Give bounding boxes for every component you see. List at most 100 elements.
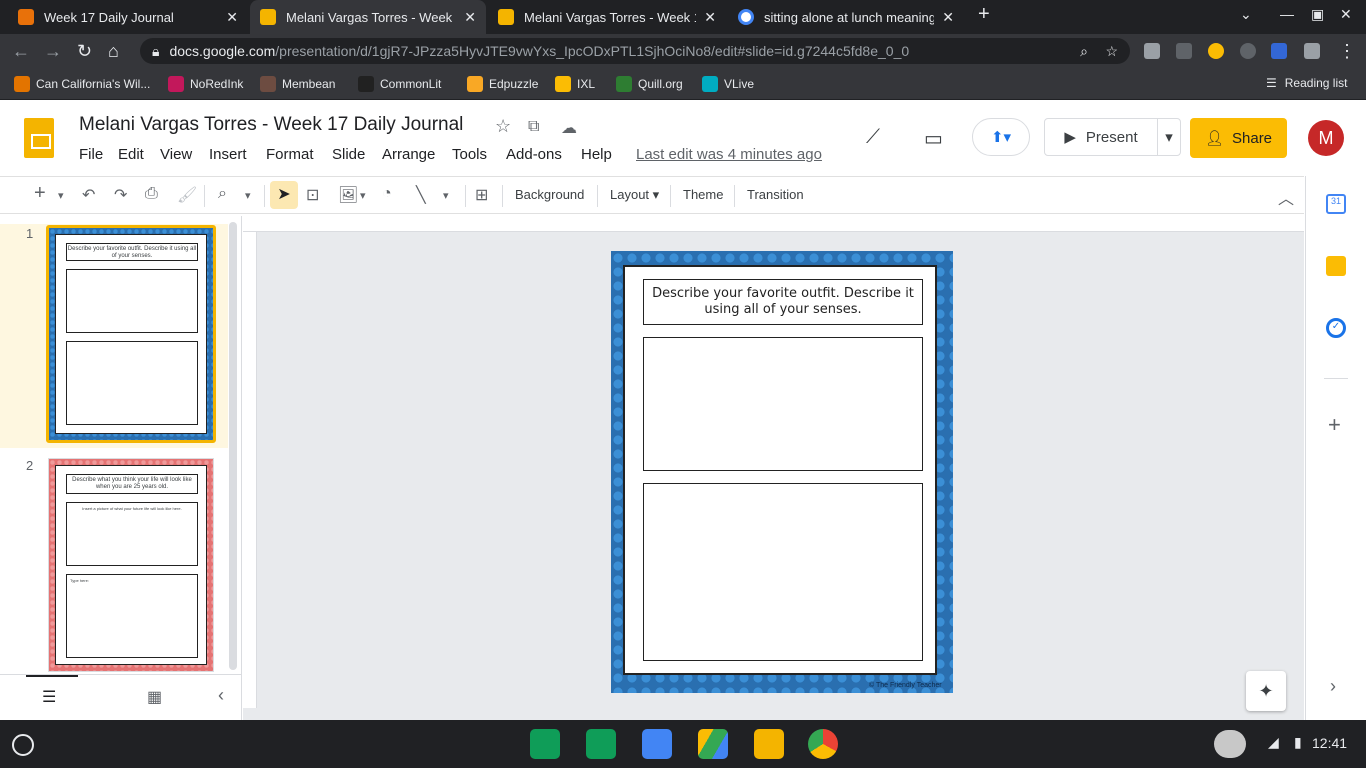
close-window-icon[interactable]: ✕: [1340, 6, 1352, 23]
minimize-icon[interactable]: —: [1280, 6, 1294, 22]
new-tab-icon[interactable]: +: [978, 3, 990, 26]
tasks-icon[interactable]: ✓: [1326, 318, 1346, 338]
theme-button[interactable]: Theme: [683, 187, 723, 202]
extension-icon[interactable]: [1271, 43, 1287, 59]
collapse-toolbar-icon[interactable]: ︿: [1278, 185, 1294, 209]
background-button[interactable]: Background: [515, 187, 584, 202]
puzzle-icon[interactable]: [1304, 43, 1320, 59]
launcher-icon[interactable]: [12, 734, 34, 756]
comment-icon[interactable]: ▭: [924, 126, 943, 151]
slide-thumbnail-2[interactable]: Describe what you think your life will l…: [48, 458, 214, 672]
bookmark-item[interactable]: VLive: [702, 76, 754, 92]
home-icon[interactable]: ⌂: [108, 41, 119, 61]
slides-logo-icon[interactable]: [24, 118, 54, 158]
chrome-app-icon[interactable]: [808, 729, 838, 759]
add-addon-icon[interactable]: +: [1328, 412, 1341, 438]
close-icon[interactable]: ✕: [942, 9, 954, 26]
filmstrip-scrollbar[interactable]: [229, 222, 237, 670]
print-icon[interactable]: ⎙: [145, 185, 158, 203]
bookmark-item[interactable]: IXL: [555, 76, 595, 92]
docs-app-icon[interactable]: [642, 729, 672, 759]
browser-tab[interactable]: Melani Vargas Torres - Week 17 D ✕: [488, 0, 726, 34]
bookmark-item[interactable]: Edpuzzle: [467, 76, 538, 92]
close-icon[interactable]: ✕: [704, 9, 716, 26]
bookmark-item[interactable]: Can California's Wil...: [14, 76, 150, 92]
back-icon[interactable]: ←: [12, 41, 30, 61]
bookmark-item[interactable]: Membean: [260, 76, 335, 92]
line-icon[interactable]: ╲: [416, 185, 426, 205]
browser-tab[interactable]: Week 17 Daily Journal ✕: [8, 0, 248, 34]
new-slide-icon[interactable]: +: [34, 182, 46, 205]
reload-icon[interactable]: ↻: [77, 41, 92, 61]
battery-icon[interactable]: ▮: [1294, 734, 1302, 751]
menu-add-ons[interactable]: Add-ons: [506, 146, 562, 163]
classroom-app-icon[interactable]: [530, 729, 560, 759]
bookmark-item[interactable]: CommonLit: [358, 76, 441, 92]
layout-button[interactable]: Layout ▾: [610, 187, 659, 203]
close-icon[interactable]: ✕: [226, 9, 238, 26]
filmstrip-view-icon[interactable]: ☰: [42, 687, 56, 707]
tab-search-icon[interactable]: ⌄: [1240, 6, 1252, 23]
paint-format-icon[interactable]: 🖌︎: [177, 185, 197, 205]
user-thumbnail[interactable]: [1214, 730, 1246, 758]
select-cursor-icon[interactable]: ➤: [270, 181, 298, 209]
address-bar[interactable]: 🔒︎ docs.google.com/presentation/d/1gjR7-…: [140, 38, 1130, 64]
undo-icon[interactable]: ↶: [82, 185, 95, 205]
move-folder-icon[interactable]: ⧉: [528, 118, 539, 136]
explore-icon[interactable]: ✦: [1246, 671, 1286, 711]
wifi-icon[interactable]: ◢: [1268, 734, 1279, 751]
transition-button[interactable]: Transition: [747, 187, 804, 202]
chevron-down-icon[interactable]: ▾: [360, 189, 366, 202]
menu-help[interactable]: Help: [581, 146, 612, 163]
bookmark-item[interactable]: NoRedInk: [168, 76, 243, 92]
last-edit-link[interactable]: Last edit was 4 minutes ago: [636, 146, 822, 163]
power-extension-icon[interactable]: [1240, 43, 1256, 59]
zoom-icon[interactable]: ⌕: [218, 185, 227, 203]
slide-prompt-textbox[interactable]: Describe your favorite outfit. Describe …: [643, 279, 923, 325]
chevron-down-icon[interactable]: ▾: [245, 189, 251, 202]
chevron-down-icon[interactable]: ▾: [58, 189, 64, 202]
present-dropdown[interactable]: ▾: [1157, 118, 1181, 156]
browser-tab[interactable]: sitting alone at lunch meaning - ✕: [728, 0, 964, 34]
reading-list-button[interactable]: ☰ Reading list: [1266, 76, 1347, 90]
answer-box-top[interactable]: [643, 337, 923, 471]
zoom-icon[interactable]: ⌕: [1080, 43, 1088, 60]
slide-thumbnail-1[interactable]: Describe your favorite outfit. Describe …: [46, 225, 216, 443]
menu-format[interactable]: Format: [266, 146, 314, 163]
extension-icon[interactable]: [1176, 43, 1192, 59]
add-comment-icon[interactable]: ⊞: [475, 185, 488, 205]
menu-view[interactable]: View: [160, 146, 192, 163]
shape-icon[interactable]: ◔: [382, 185, 392, 203]
menu-insert[interactable]: Insert: [209, 146, 247, 163]
menu-slide[interactable]: Slide: [332, 146, 365, 163]
share-button[interactable]: 👤︎ Share: [1190, 118, 1287, 158]
redo-icon[interactable]: ↷: [114, 185, 127, 205]
star-icon[interactable]: ☆: [495, 116, 511, 137]
present-button[interactable]: ▶ Present: [1044, 118, 1158, 156]
document-title[interactable]: Melani Vargas Torres - Week 17 Daily Jou…: [79, 114, 463, 136]
slide[interactable]: Describe your favorite outfit. Describe …: [611, 251, 953, 693]
kebab-menu-icon[interactable]: ⋮: [1338, 41, 1356, 61]
text-box-icon[interactable]: ⊡: [306, 185, 319, 205]
chevron-down-icon[interactable]: ▾: [443, 189, 449, 202]
sheets-app-icon[interactable]: [586, 729, 616, 759]
calendar-icon[interactable]: 31: [1326, 194, 1346, 214]
close-icon[interactable]: ✕: [464, 9, 476, 26]
browser-tab-active[interactable]: Melani Vargas Torres - Week 17 D ✕: [250, 0, 486, 34]
extension-icon[interactable]: [1144, 43, 1160, 59]
menu-arrange[interactable]: Arrange: [382, 146, 435, 163]
expand-panel-icon[interactable]: ›: [1330, 676, 1336, 697]
menu-edit[interactable]: Edit: [118, 146, 144, 163]
keep-icon[interactable]: [1326, 256, 1346, 276]
collapse-filmstrip-icon[interactable]: ‹: [218, 685, 224, 706]
drive-app-icon[interactable]: [698, 729, 728, 759]
forward-icon[interactable]: →: [44, 41, 62, 61]
menu-file[interactable]: File: [79, 146, 103, 163]
avatar[interactable]: M: [1308, 120, 1344, 156]
extension-icon[interactable]: [1208, 43, 1224, 59]
clock[interactable]: 12:41: [1312, 735, 1347, 751]
bookmark-item[interactable]: Quill.org: [616, 76, 683, 92]
menu-tools[interactable]: Tools: [452, 146, 487, 163]
image-icon[interactable]: 🖼︎: [338, 185, 358, 205]
meet-present-button[interactable]: ⬆▾: [972, 118, 1030, 156]
